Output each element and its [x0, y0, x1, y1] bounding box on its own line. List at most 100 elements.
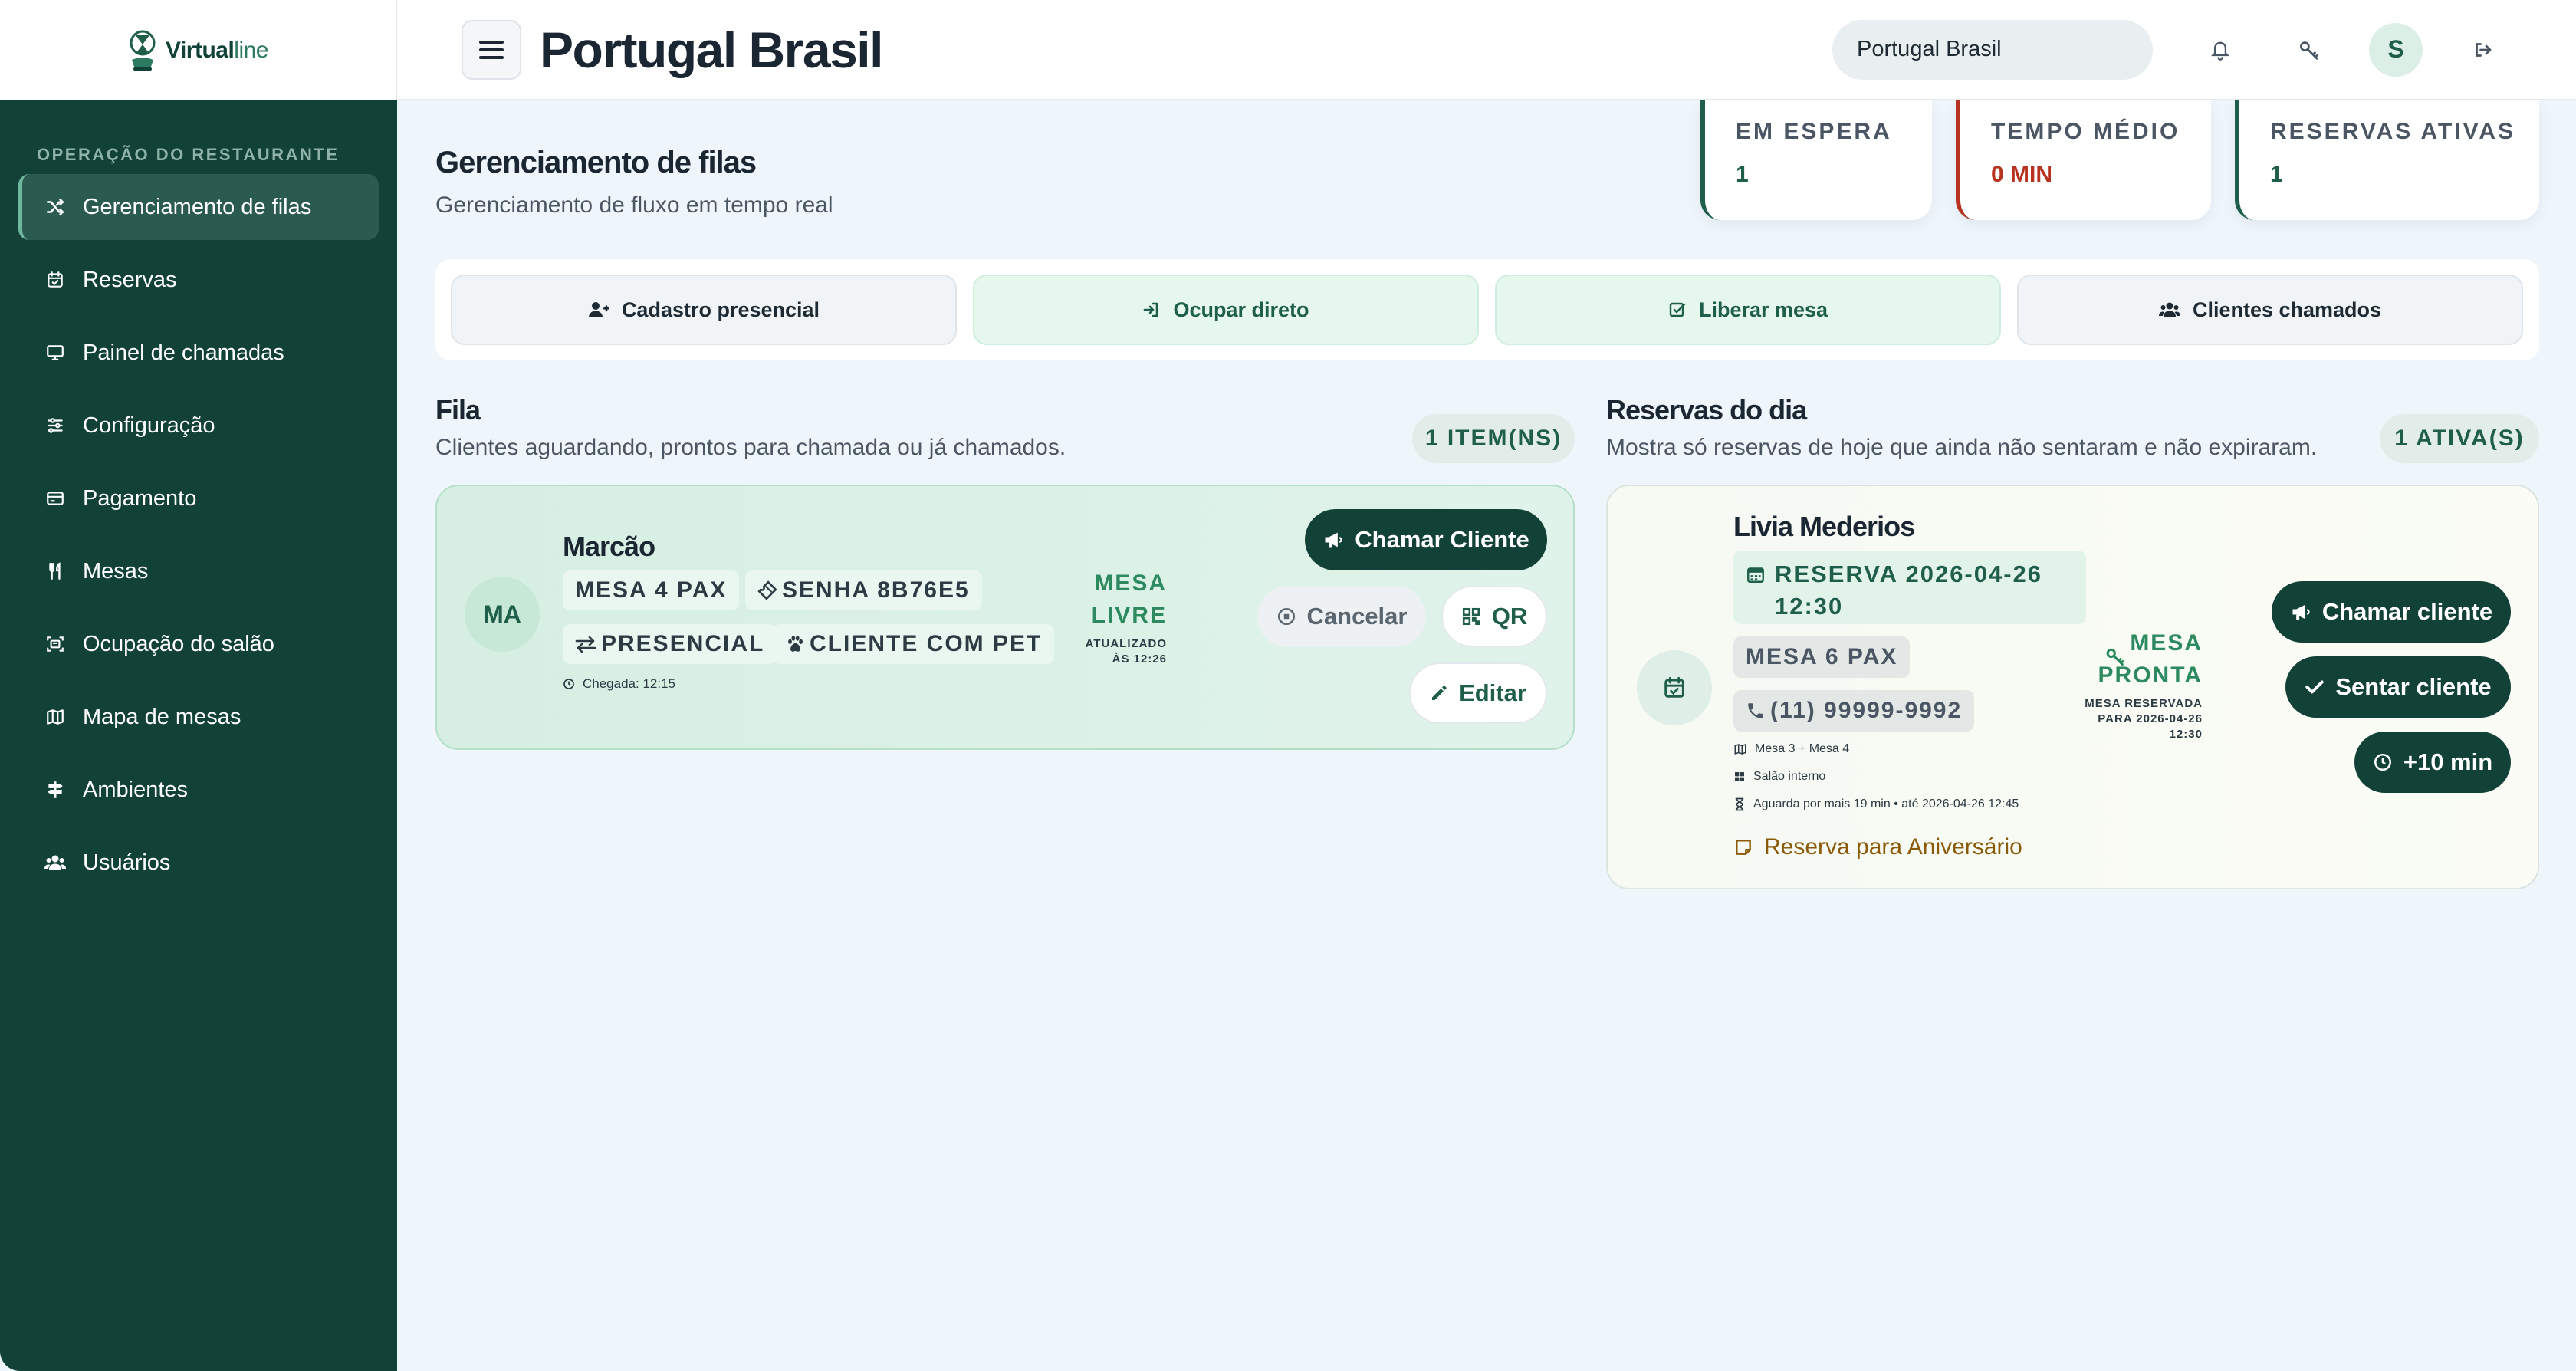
stat-reservas-ativas: RESERVAS ATIVAS 1	[2235, 100, 2539, 220]
brand-name: Virtualline	[165, 37, 269, 63]
pet-chip: CLIENTE COM PET	[773, 624, 1055, 664]
map-icon	[44, 706, 66, 728]
reservation-note: Reserva para Aniversário	[1733, 834, 2022, 860]
reservation-card: Livia Mederios RESERVA 2026-04-26 12:30 …	[1606, 485, 2539, 889]
paw-icon	[785, 634, 805, 654]
sidebar-item-gerenciamento-filas[interactable]: Gerenciamento de filas	[18, 174, 379, 240]
store-selector[interactable]: Portugal Brasil	[1832, 19, 2153, 80]
sliders-icon	[44, 415, 66, 436]
stop-circle-icon	[1276, 607, 1296, 626]
user-plus-icon	[588, 301, 610, 319]
reservation-wait-window: Aguarda por mais 19 min • até 2026-04-26…	[1733, 797, 2019, 811]
ocupar-direto-button[interactable]: Ocupar direto	[973, 275, 1479, 345]
cadastro-presencial-button[interactable]: Cadastro presencial	[451, 275, 957, 345]
extend-10-min-button[interactable]: +10 min	[2354, 732, 2511, 793]
stat-value: 0 MIN	[1991, 162, 2053, 187]
ticket-icon	[757, 580, 777, 600]
exchange-icon	[575, 635, 596, 653]
reservation-party-chip: MESA 6 PAX	[1733, 636, 1911, 678]
menu-toggle-button[interactable]	[462, 19, 521, 80]
credit-card-icon	[44, 488, 66, 509]
customer-avatar: MA	[465, 577, 540, 652]
queue-subtitle: Clientes aguardando, prontos para chamad…	[435, 435, 1066, 460]
stat-label: EM ESPERA	[1736, 119, 1892, 144]
hourglass-icon	[1733, 797, 1746, 811]
reservations-subtitle: Mostra só reservas de hoje que ainda não…	[1606, 435, 2318, 460]
sidebar-nav: Gerenciamento de filas Reservas Painel d…	[0, 174, 397, 896]
queue-count-badge: 1 ITEM(NS)	[1412, 414, 1575, 463]
stat-label: RESERVAS ATIVAS	[2270, 119, 2516, 144]
sidebar-item-usuarios[interactable]: Usuários	[18, 830, 379, 896]
sidebar-item-configuracao[interactable]: Configuração	[18, 393, 379, 459]
sign-in-icon	[1142, 301, 1161, 319]
sidebar-section-title: OPERAÇÃO DO RESTAURANTE	[37, 145, 340, 164]
hamburger-icon	[479, 39, 504, 61]
seat-customer-button[interactable]: Sentar cliente	[2285, 656, 2511, 718]
sidebar-item-mapa-mesas[interactable]: Mapa de mesas	[18, 684, 379, 750]
monitor-icon	[44, 342, 66, 363]
arrival-time: Chegada: 12:15	[563, 676, 675, 692]
user-avatar[interactable]: S	[2369, 22, 2423, 77]
users-icon	[44, 852, 66, 873]
sidebar-item-label: Pagamento	[83, 485, 197, 511]
stat-value: 1	[1736, 162, 1749, 187]
check-icon	[2305, 679, 2325, 695]
reservation-datetime-chip: RESERVA 2026-04-26 12:30	[1733, 551, 2086, 624]
customer-name: Marcão	[563, 531, 656, 562]
sidebar-item-label: Painel de chamadas	[83, 340, 284, 365]
reservation-area: Salão interno	[1733, 770, 1825, 784]
users-icon	[2158, 301, 2180, 319]
status-updated-at: ATUALIZADO ÀS 12:26	[1085, 637, 1167, 666]
sidebar-item-label: Usuários	[83, 850, 171, 875]
reservations-title: Reservas do dia	[1606, 394, 1807, 426]
stat-label: TEMPO MÉDIO	[1991, 119, 2180, 144]
sidebar-item-painel-chamadas[interactable]: Painel de chamadas	[18, 320, 379, 386]
calendar-check-icon	[44, 269, 66, 291]
bell-icon[interactable]	[2199, 28, 2242, 71]
calendar-check-icon	[1661, 675, 1687, 701]
reservation-avatar	[1637, 650, 1712, 725]
cancel-button[interactable]: Cancelar	[1257, 586, 1426, 647]
sidebar-item-mesas[interactable]: Mesas	[18, 538, 379, 604]
page-title: Portugal Brasil	[540, 21, 883, 78]
sidebar-item-pagamento[interactable]: Pagamento	[18, 465, 379, 531]
sidebar-item-ambientes[interactable]: Ambientes	[18, 757, 379, 823]
sidebar-item-reservas[interactable]: Reservas	[18, 247, 379, 313]
check-square-icon	[1668, 301, 1687, 319]
sidebar-item-label: Configuração	[83, 413, 215, 438]
reservation-call-button[interactable]: Chamar cliente	[2272, 581, 2511, 643]
queue-title: Fila	[435, 394, 481, 426]
clock-icon	[563, 678, 575, 690]
grid-icon	[1733, 771, 1746, 783]
megaphone-icon	[1322, 530, 1344, 550]
reservation-customer-name: Livia Mederios	[1733, 511, 1915, 542]
call-customer-button[interactable]: Chamar Cliente	[1305, 509, 1547, 570]
stat-value: 1	[2270, 162, 2283, 187]
pencil-icon	[1430, 684, 1448, 702]
sidebar-item-label: Ambientes	[83, 777, 189, 802]
sidebar-item-label: Mesas	[83, 558, 149, 584]
megaphone-icon	[2290, 602, 2312, 622]
floor-scan-icon	[44, 633, 66, 655]
reservation-table-note: MESA RESERVADA PARA 2026-04-26 12:30	[2085, 697, 2203, 741]
qr-code-icon	[1461, 607, 1481, 626]
liberar-mesa-button[interactable]: Liberar mesa	[1495, 275, 2001, 345]
stat-tempo-medio: TEMPO MÉDIO 0 MIN	[1956, 100, 2211, 220]
sticky-note-icon	[1733, 837, 1753, 857]
calendar-icon	[1746, 564, 1766, 584]
logout-icon[interactable]	[2461, 28, 2504, 71]
stat-em-espera: EM ESPERA 1	[1700, 100, 1932, 220]
top-header: Portugal Brasil Portugal Brasil S	[397, 0, 2576, 100]
brand-logo[interactable]: Virtualline	[0, 0, 397, 100]
clientes-chamados-button[interactable]: Clientes chamados	[2017, 275, 2523, 345]
phone-icon	[1746, 701, 1766, 721]
sidebar-item-ocupacao-salao[interactable]: Ocupação do salão	[18, 611, 379, 677]
sidebar-item-label: Ocupação do salão	[83, 631, 274, 656]
reservation-tables: Mesa 3 + Mesa 4	[1733, 742, 1849, 756]
qr-code-button[interactable]: QR	[1441, 586, 1547, 647]
sidebar-item-label: Reservas	[83, 267, 177, 292]
key-icon[interactable]	[2288, 28, 2331, 71]
ticket-chip: SENHA 8B76E5	[745, 570, 982, 610]
edit-button[interactable]: Editar	[1409, 662, 1547, 724]
utensils-icon	[44, 561, 66, 582]
